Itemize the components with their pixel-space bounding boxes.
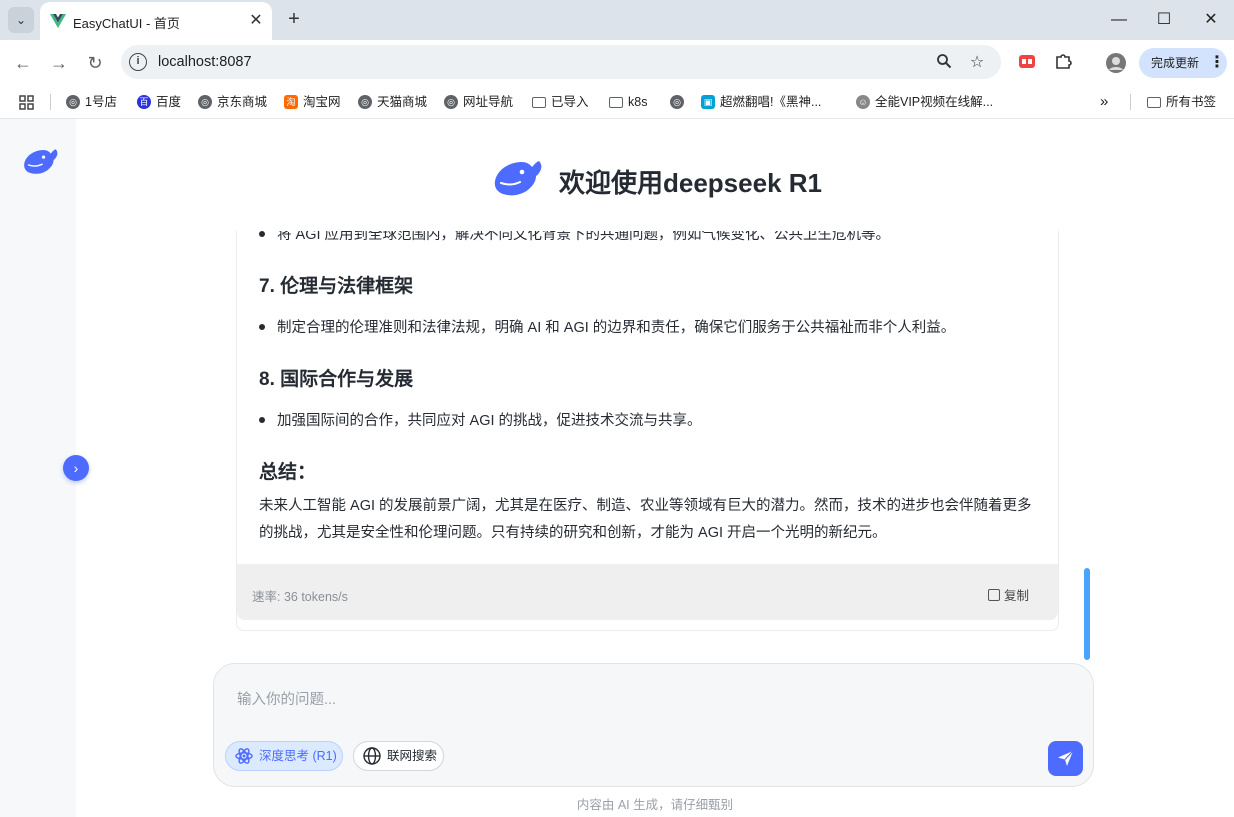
globe-icon: ◎ [670,95,684,109]
chat-scroll-area[interactable]: 将 AGI 应用到全球范围内，解决不同文化背景下的共通问题，例如气候变化、公共卫… [213,231,1095,661]
web-search-toggle[interactable]: 联网搜索 [353,741,444,771]
token-rate: 速率: 36 tokens/s [252,590,348,604]
question-input[interactable]: 输入你的问题... [237,688,336,709]
send-button[interactable] [1048,741,1083,776]
browser-toolbar: ← → ↻ i localhost:8087 ☆ 完成更新 ⋮ [0,40,1234,86]
bookmarks-divider [1130,94,1131,110]
site-info-icon[interactable]: i [129,53,147,71]
maximize-icon[interactable]: ☐ [1149,8,1179,32]
url-text[interactable]: localhost:8087 [158,54,252,70]
folder-icon [609,96,623,108]
chat-input-box: 输入你的问题... 深度思考 (R1) 联网搜索 [213,663,1094,787]
taobao-icon: 淘 [284,95,298,109]
mask-icon: ☺ [856,95,870,109]
bookmark-item[interactable]: 百百度 [137,92,181,112]
tab-close-icon[interactable]: ✕ [247,12,265,30]
deepseek-logo-icon[interactable] [20,145,60,175]
copy-label: 复制 [1004,589,1030,603]
globe-icon: ◎ [198,95,212,109]
atom-icon [235,748,253,764]
section-heading: 7. 伦理与法律框架 [259,276,414,297]
summary-paragraph: 未来人工智能 AGI 的发展前景广阔，尤其是在医疗、制造、农业等领域有巨大的潜力… [259,498,1032,541]
folder-icon [1147,96,1161,108]
bookmarks-divider [50,94,51,110]
copy-button[interactable]: 复制 [988,585,1029,604]
deep-think-toggle[interactable]: 深度思考 (R1) [225,741,343,771]
tab-search-button[interactable]: ⌄ [8,7,34,33]
globe-icon: ◎ [66,95,80,109]
bookmark-item[interactable]: ▣ 超燃翻唱!《黑神... [701,92,821,112]
globe-icon: ◎ [444,95,458,109]
new-tab-button[interactable]: + [283,9,305,31]
chat-scrollbar[interactable] [1084,568,1090,660]
bookmarks-bar: ◎ 1号店 百百度 ◎ 京东商城 淘淘宝网 ◎ 天猫商城 ◎ 网址导航 已导入 k8s … [0,86,1234,119]
list-item: 制定合理的伦理准则和法律法规，明确 AI 和 AGI 的边界和责任，确保它们服务… [259,316,955,337]
ai-disclaimer: 内容由 AI 生成，请仔细甄别 [576,798,734,812]
web-search-label: 联网搜索 [387,749,438,763]
message-footer: 速率: 36 tokens/s 复制 [237,564,1058,620]
expand-sidebar-button[interactable]: › [63,455,89,481]
browser-tab[interactable]: EasyChatUI - 首页 ✕ [40,2,272,40]
bookmark-item[interactable]: ◎ 网址导航 [444,92,513,112]
address-bar[interactable]: i localhost:8087 ☆ [121,45,1001,79]
zoom-icon[interactable] [934,53,954,73]
extension-red-icon[interactable] [1016,52,1038,74]
bookmark-item[interactable]: ◎ 天猫商城 [358,92,427,112]
minimize-icon[interactable]: — [1104,8,1134,32]
deepseek-logo-icon [494,161,542,196]
apps-grid-icon[interactable] [19,92,34,112]
deep-think-label: 深度思考 (R1) [259,749,337,763]
baidu-icon: 百 [137,95,151,109]
reload-icon[interactable]: ↻ [83,51,107,75]
forward-icon[interactable]: → [47,51,71,75]
bookmark-item[interactable]: ☺ 全能VIP视频在线解... [856,92,993,112]
update-button[interactable]: 完成更新 ⋮ [1139,48,1227,78]
bookmark-star-icon[interactable]: ☆ [967,53,987,73]
extensions-puzzle-icon[interactable] [1052,52,1074,74]
folder-icon [532,96,546,108]
page-title: 欢迎使用deepseek R1 [559,168,822,198]
tab-strip: ⌄ EasyChatUI - 首页 ✕ + — ☐ ✕ [0,0,1234,40]
vue-favicon-icon [50,14,66,28]
bookmark-item[interactable]: ◎ 京东商城 [198,92,267,112]
copy-icon [988,588,1000,601]
all-bookmarks-folder[interactable]: 所有书签 [1147,92,1216,112]
globe-icon [363,747,381,765]
bookmarks-overflow-icon[interactable]: » [1100,92,1108,112]
window-close-icon[interactable]: ✕ [1196,8,1226,32]
summary-heading: 总结： [259,462,317,483]
section-heading: 8. 国际合作与发展 [259,369,414,390]
tab-title: EasyChatUI - 首页 [73,16,180,31]
send-icon [1058,750,1074,766]
bookmark-item[interactable]: 淘淘宝网 [284,92,341,112]
back-icon[interactable]: ← [11,51,35,75]
list-item: 将 AGI 应用到全球范围内，解决不同文化背景下的共通问题，例如气候变化、公共卫… [259,231,890,244]
bookmark-folder[interactable]: k8s [609,92,647,112]
assistant-message: 将 AGI 应用到全球范围内，解决不同文化背景下的共通问题，例如气候变化、公共卫… [236,231,1059,631]
bookmark-item[interactable]: ◎ [670,92,684,112]
bilibili-icon: ▣ [701,95,715,109]
bookmark-item[interactable]: ◎ 1号店 [66,92,117,112]
more-menu-icon: ⋮ [1209,54,1225,71]
update-label: 完成更新 [1151,56,1200,70]
chat-app: › 欢迎使用deepseek R1 将 AGI 应用到全球范围内，解决不同文化背… [0,119,1234,817]
bookmark-folder[interactable]: 已导入 [532,92,589,112]
globe-icon: ◎ [358,95,372,109]
list-item: 加强国际间的合作，共同应对 AGI 的挑战，促进技术交流与共享。 [259,409,702,430]
profile-avatar-icon[interactable] [1105,52,1127,74]
